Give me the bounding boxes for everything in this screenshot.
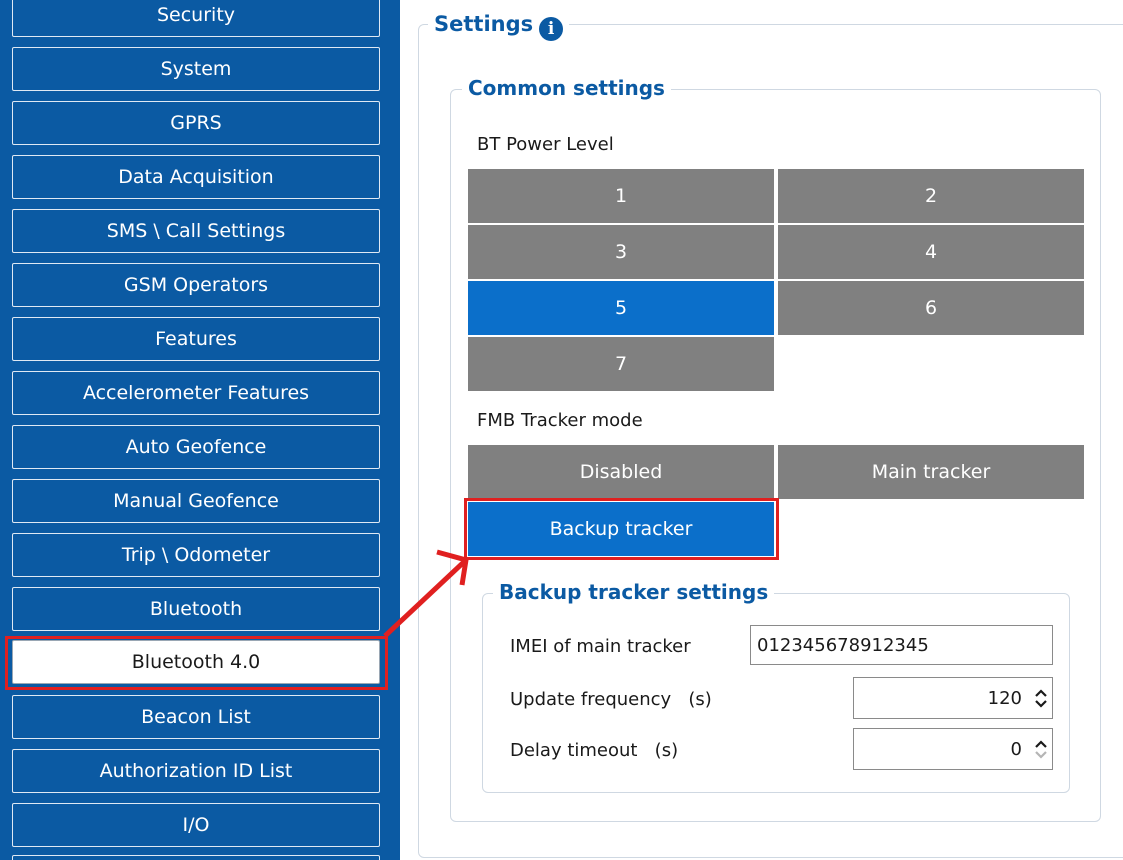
sidebar-item-trip-odometer[interactable]: Trip \ Odometer <box>12 533 380 577</box>
bt-power-option-7[interactable]: 7 <box>468 337 774 391</box>
tracker-mode-main-tracker[interactable]: Main tracker <box>778 445 1084 499</box>
sidebar-item-accelerometer-features[interactable]: Accelerometer Features <box>12 371 380 415</box>
sidebar-item-features[interactable]: Features <box>12 317 380 361</box>
bt-power-option-5[interactable]: 5 <box>468 281 774 335</box>
sidebar-item-sms-call-settings[interactable]: SMS \ Call Settings <box>12 209 380 253</box>
imei-input[interactable] <box>750 625 1053 665</box>
tracker-mode-backup-tracker[interactable]: Backup tracker <box>468 502 774 556</box>
backup-tracker-settings-title: Backup tracker settings <box>493 580 775 604</box>
delay-timeout-value[interactable]: 0 <box>854 739 1030 760</box>
sidebar-item-beacon-list[interactable]: Beacon List <box>12 695 380 739</box>
update-frequency-label: Update frequency (s) <box>510 689 712 710</box>
sidebar-item-manual-geofence[interactable]: Manual Geofence <box>12 479 380 523</box>
sidebar-item-io[interactable]: I/O <box>12 803 380 847</box>
spin-down-icon[interactable] <box>1035 750 1047 759</box>
sidebar-item-bluetooth-4-0[interactable]: Bluetooth 4.0 <box>12 640 380 684</box>
bt-power-option-4[interactable]: 4 <box>778 225 1084 279</box>
sidebar-item-gsm-operators[interactable]: GSM Operators <box>12 263 380 307</box>
info-icon[interactable]: i <box>539 17 564 41</box>
tracker-mode-disabled[interactable]: Disabled <box>468 445 774 499</box>
common-settings-title: Common settings <box>462 76 671 100</box>
bt-power-option-6[interactable]: 6 <box>778 281 1084 335</box>
sidebar-item-security[interactable]: Security <box>12 0 380 37</box>
update-frequency-spinner[interactable]: 120 <box>853 677 1053 719</box>
sidebar-item-authorization-id-list[interactable]: Authorization ID List <box>12 749 380 793</box>
delay-timeout-spinner[interactable]: 0 <box>853 728 1053 770</box>
settings-title: Settings <box>434 12 534 36</box>
spin-down-icon[interactable] <box>1035 699 1047 708</box>
bt-power-option-2[interactable]: 2 <box>778 169 1084 223</box>
imei-label: IMEI of main tracker <box>510 636 691 657</box>
bt-power-level-label: BT Power Level <box>477 134 614 155</box>
update-frequency-unit: (s) <box>688 689 712 710</box>
delay-timeout-arrows <box>1030 729 1052 769</box>
settings-header: Settings i <box>428 12 570 41</box>
spin-up-icon[interactable] <box>1035 739 1047 748</box>
bt-power-option-3[interactable]: 3 <box>468 225 774 279</box>
tracker-mode-label: FMB Tracker mode <box>477 410 643 431</box>
update-frequency-value[interactable]: 120 <box>854 688 1030 709</box>
delay-timeout-unit: (s) <box>654 740 679 761</box>
delay-timeout-label: Delay timeout (s) <box>510 740 678 761</box>
sidebar-item-auto-geofence[interactable]: Auto Geofence <box>12 425 380 469</box>
sidebar-item-bluetooth[interactable]: Bluetooth <box>12 587 380 631</box>
sidebar-item-next[interactable] <box>12 855 380 860</box>
update-frequency-text: Update frequency <box>510 689 672 710</box>
bt-power-option-1[interactable]: 1 <box>468 169 774 223</box>
sidebar-item-gprs[interactable]: GPRS <box>12 101 380 145</box>
sidebar-item-system[interactable]: System <box>12 47 380 91</box>
update-frequency-arrows <box>1030 678 1052 718</box>
sidebar-nav: Security System GPRS Data Acquisition SM… <box>0 0 400 860</box>
sidebar-item-data-acquisition[interactable]: Data Acquisition <box>12 155 380 199</box>
delay-timeout-text: Delay timeout <box>510 740 638 761</box>
spin-up-icon[interactable] <box>1035 688 1047 697</box>
